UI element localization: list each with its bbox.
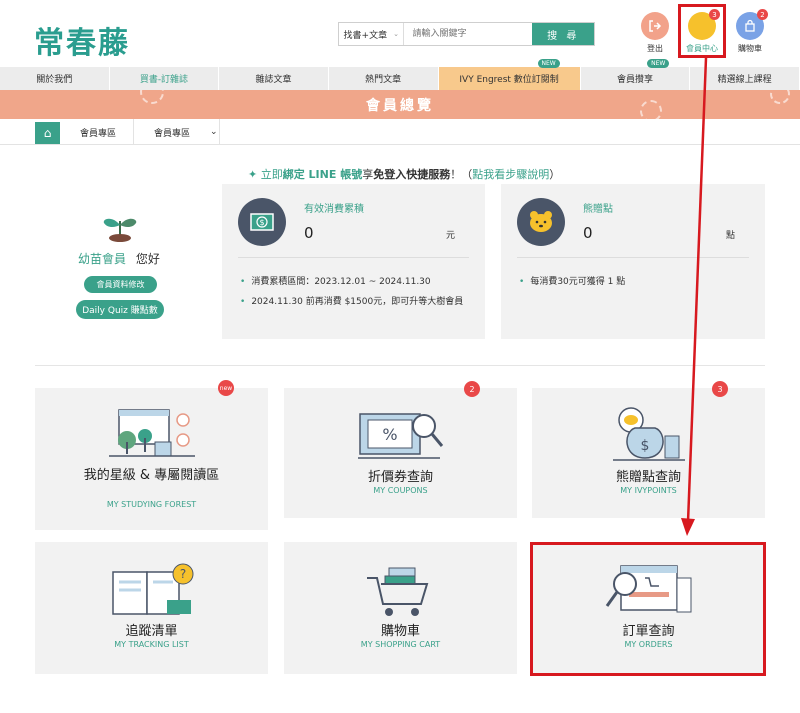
logout-button[interactable]: 登出 (635, 12, 675, 54)
money-icon: $ (238, 198, 286, 246)
page-title: 會員總覽 (366, 97, 434, 114)
seedling-icon (100, 213, 140, 247)
search-button[interactable]: 搜 尋 (532, 23, 594, 45)
points-unit: 點 (725, 231, 735, 241)
tile-shopping-cart[interactable]: 購物車 MY SHOPPING CART (284, 542, 517, 674)
divider (517, 257, 749, 258)
chevron-down-icon: ⌄ (210, 127, 218, 137)
tile-subtitle: MY COUPONS (373, 486, 428, 495)
main-nav: 關於我們 買書-訂雜誌 雜誌文章 熱門文章 IVY Engrest 數位訂閱制 N… (0, 59, 800, 90)
bear-icon (517, 198, 565, 246)
spend-value: 0 (304, 224, 314, 242)
chevron-down-icon: ⌄ (393, 30, 399, 38)
tile-studying-forest[interactable]: new 我的星級 & 專屬閱讀區 MY STUDYING FOREST (35, 380, 268, 530)
page-banner: 會員總覽 (0, 90, 800, 119)
breadcrumb-dropdown[interactable]: 會員專區 ⌄ (134, 119, 220, 145)
site-logo[interactable]: 常春藤 (34, 18, 130, 62)
nav-item-popular[interactable]: 熱門文章 (329, 67, 439, 90)
tile-subtitle: MY IVYPOINTS (620, 486, 677, 495)
points-value: 0 (583, 224, 593, 242)
list-item: 消費累積區間：2023.12.01 ~ 2024.11.30 (240, 272, 463, 292)
divider (238, 257, 469, 258)
cart-label: 購物車 (738, 44, 762, 53)
decoration (770, 90, 790, 104)
search-input[interactable] (404, 23, 533, 45)
book-question-icon: ? (107, 562, 197, 622)
new-badge: NEW (537, 59, 560, 68)
highlight-box-my-orders (530, 542, 766, 676)
breadcrumb-item[interactable]: 會員專區 (60, 119, 134, 145)
new-badge: new (218, 380, 234, 396)
line-notice: ✦ 立即綁定 LINE 帳號享免登入快捷服務！（點我看步驟說明） (248, 168, 561, 181)
svg-text:$: $ (259, 218, 264, 227)
line-steps-link[interactable]: 點我看步驟說明 (472, 168, 549, 181)
new-badge: NEW (647, 59, 670, 68)
highlight-box-member-center (678, 4, 726, 58)
tile-title: 熊贈點查詢 (615, 470, 681, 485)
spend-label: 有效消費累積 (304, 204, 364, 215)
nav-item-shop[interactable]: 買書-訂雜誌 (110, 67, 220, 90)
nav-item-member-perks[interactable]: 會員攢享 NEW (581, 59, 691, 90)
edit-profile-button[interactable]: 會員資料修改 (84, 276, 157, 293)
tile-subtitle: MY SHOPPING CART (360, 640, 441, 649)
points-bag-icon: $ (609, 406, 689, 466)
spend-summary-card: $ 有效消費累積 0 元 消費累積區間：2023.12.01 ~ 2024.11… (222, 184, 485, 339)
home-icon[interactable]: ⌂ (35, 122, 60, 144)
svg-text:?: ? (179, 567, 185, 581)
coupon-search-icon: % (356, 408, 446, 466)
tile-coupons[interactable]: 2 % 折價券查詢 MY COUPONS (284, 381, 517, 518)
nav-item-courses[interactable]: 精選線上課程 (690, 67, 800, 90)
search-bar: 找書+文章 ⌄ 搜 尋 (338, 22, 595, 46)
search-scope-select[interactable]: 找書+文章 ⌄ (339, 23, 405, 45)
nav-item-articles[interactable]: 雜誌文章 (219, 67, 329, 90)
count-badge: 3 (712, 381, 728, 397)
decoration (640, 100, 662, 119)
nav-item-about[interactable]: 關於我們 (0, 67, 110, 90)
shopping-bag-icon: 2 (736, 9, 768, 40)
tile-title: 我的星級 & 專屬閱讀區 (83, 468, 220, 483)
list-item: 每消費30元可獲得 1 點 (519, 272, 625, 292)
decoration (140, 90, 164, 104)
tile-title: 購物車 (380, 624, 420, 639)
points-notes: 每消費30元可獲得 1 點 (519, 272, 625, 292)
points-label: 熊贈點 (583, 204, 613, 215)
cart-button[interactable]: 2 購物車 (730, 9, 770, 54)
cart-badge: 2 (757, 9, 768, 20)
member-greeting: 幼苗會員 您好 (78, 252, 160, 266)
tile-subtitle: MY STUDYING FOREST (106, 500, 197, 509)
count-badge: 2 (464, 381, 480, 397)
tile-title: 追蹤清單 (125, 624, 178, 639)
page: 常春藤 找書+文章 ⌄ 搜 尋 登出 3 會員中心 2 購物車 關於我們 買書-… (0, 0, 800, 713)
member-level: 幼苗會員 (78, 252, 127, 266)
nav-item-ivy-engrest[interactable]: IVY Engrest 數位訂閱制 NEW (438, 59, 581, 90)
forest-reading-icon (107, 408, 197, 462)
svg-text:$: $ (640, 438, 649, 454)
breadcrumb: ⌂ 會員專區 會員專區 ⌄ (0, 119, 800, 145)
daily-quiz-button[interactable]: Daily Quiz 賺點數 (76, 300, 164, 319)
tile-ivypoints[interactable]: 3 $ 熊贈點查詢 MY IVYPOINTS (532, 381, 765, 518)
spend-notes: 消費累積區間：2023.12.01 ~ 2024.11.30 2024.11.3… (240, 272, 463, 312)
logout-label: 登出 (647, 44, 663, 53)
points-summary-card: 熊贈點 0 點 每消費30元可獲得 1 點 (501, 184, 765, 339)
section-divider (35, 365, 765, 366)
search-scope-label: 找書+文章 (343, 30, 388, 41)
svg-text:%: % (382, 425, 397, 444)
tile-title: 折價券查詢 (367, 470, 433, 485)
shopping-cart-icon (361, 564, 441, 622)
logout-icon (641, 12, 669, 40)
list-item: 2024.11.30 前再消費 $1500元，即可升等大樹會員 (240, 292, 463, 312)
tile-subtitle: MY TRACKING LIST (114, 640, 189, 649)
spend-unit: 元 (445, 231, 455, 241)
tile-tracking-list[interactable]: ? 追蹤清單 MY TRACKING LIST (35, 542, 268, 674)
